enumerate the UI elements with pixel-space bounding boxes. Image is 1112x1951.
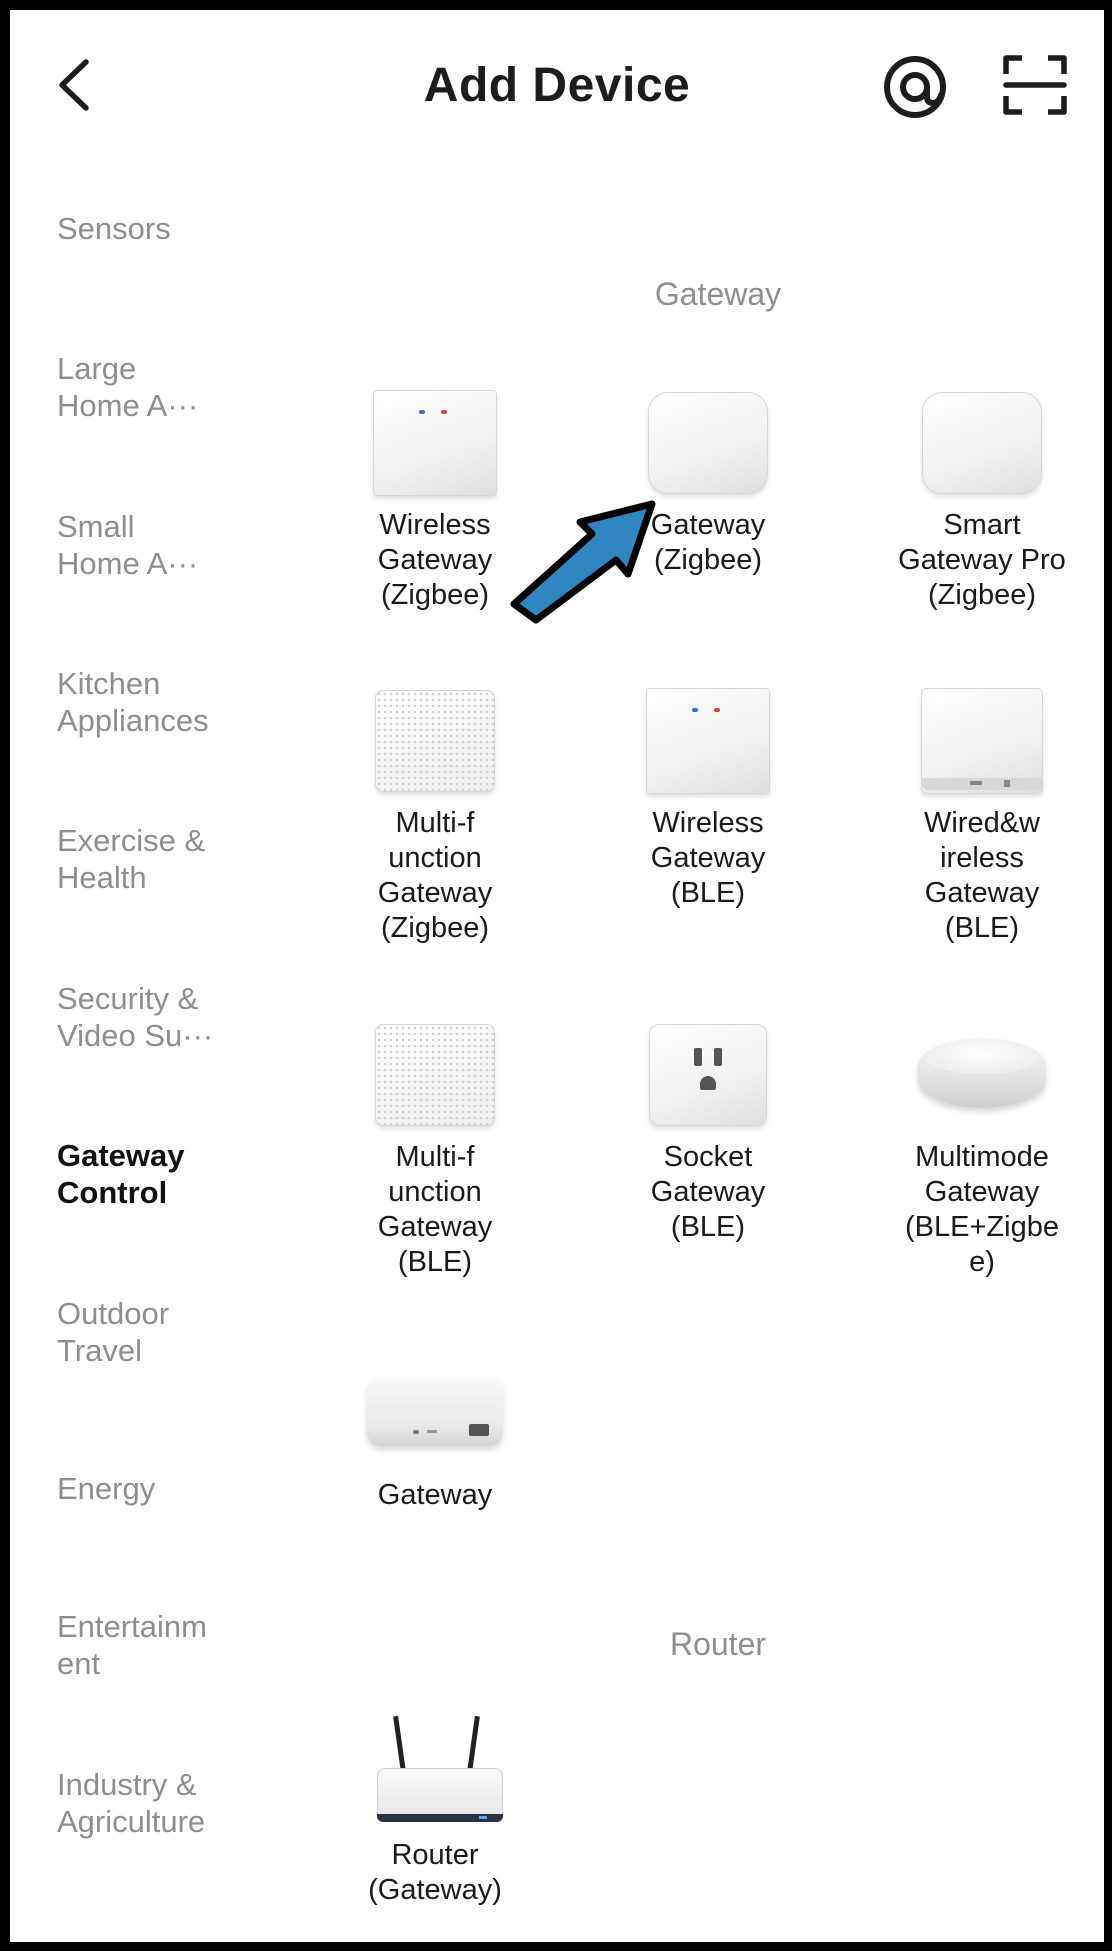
sidebar-item-outdoor-travel[interactable]: Outdoor Travel	[57, 1295, 267, 1369]
sidebar-item-sensors[interactable]: Sensors	[57, 210, 267, 247]
scan-icon	[1003, 55, 1067, 115]
device-label: Multimode Gateway (BLE+Zigbe e)	[905, 1141, 1059, 1278]
plug-socket-hub-icon	[578, 1012, 838, 1132]
device-label: Multi-f unction Gateway (Zigbee)	[377, 807, 493, 944]
speaker-grille-hub-icon	[305, 678, 565, 798]
at-sign-button[interactable]	[878, 50, 952, 124]
device-label: Smart Gateway Pro (Zigbee)	[898, 509, 1066, 611]
device-smart-gateway-pro-zigbee[interactable]: Smart Gateway Pro (Zigbee)	[852, 380, 1104, 613]
sidebar-item-small-home-appliances[interactable]: Small Home A···	[57, 508, 267, 582]
section-title-router: Router	[669, 1626, 767, 1662]
scan-button[interactable]	[1000, 52, 1070, 118]
device-label: Gateway	[377, 1479, 493, 1511]
router-icon	[305, 1710, 565, 1830]
sidebar-item-industry-agriculture[interactable]: Industry & Agriculture	[57, 1766, 267, 1840]
sidebar-item-energy[interactable]: Energy	[57, 1470, 267, 1507]
device-wireless-gateway-ble[interactable]: Wireless Gateway (BLE)	[578, 678, 838, 911]
device-router-gateway[interactable]: Router (Gateway)	[305, 1710, 565, 1908]
device-multifunction-gateway-zigbee[interactable]: Multi-f unction Gateway (Zigbee)	[305, 678, 565, 946]
sidebar-item-security-video[interactable]: Security & Video Su···	[57, 980, 267, 1054]
square-hub-icon	[305, 380, 565, 500]
sidebar-item-gateway-control[interactable]: Gateway Control	[57, 1137, 267, 1211]
device-gateway-zigbee[interactable]: Gateway (Zigbee)	[578, 380, 838, 578]
device-socket-gateway-ble[interactable]: Socket Gateway (BLE)	[578, 1012, 838, 1245]
rounded-hub-icon	[852, 380, 1104, 500]
sidebar-item-exercise-health[interactable]: Exercise & Health	[57, 822, 267, 896]
app-screen: Add Device Sensors Large Home A··· Small…	[10, 10, 1104, 1942]
device-label: Wireless Gateway (Zigbee)	[377, 509, 493, 611]
rounded-hub-icon	[578, 380, 838, 500]
square-hub-icon	[578, 678, 838, 798]
device-multifunction-gateway-ble[interactable]: Multi-f unction Gateway (BLE)	[305, 1012, 565, 1280]
speaker-grille-hub-icon	[305, 1012, 565, 1132]
device-label: Router (Gateway)	[368, 1839, 502, 1906]
header-bar: Add Device	[10, 10, 1104, 160]
sidebar-item-large-home-appliances[interactable]: Large Home A···	[57, 350, 267, 424]
section-title-gateway: Gateway	[654, 276, 782, 312]
flat-hub-with-ethernet-icon	[305, 1350, 565, 1470]
hub-with-ports-icon	[852, 678, 1104, 798]
sidebar-item-kitchen-appliances[interactable]: Kitchen Appliances	[57, 665, 267, 739]
at-sign-icon	[884, 56, 946, 118]
device-wireless-gateway-zigbee[interactable]: Wireless Gateway (Zigbee)	[305, 380, 565, 613]
device-gateway[interactable]: Gateway	[305, 1350, 565, 1513]
sidebar-item-entertainment[interactable]: Entertainm ent	[57, 1608, 267, 1682]
device-label: Socket Gateway (BLE)	[650, 1141, 766, 1243]
device-label: Multi-f unction Gateway (BLE)	[377, 1141, 493, 1278]
device-wired-wireless-gateway-ble[interactable]: Wired&w ireless Gateway (BLE)	[852, 678, 1104, 946]
round-puck-hub-icon	[852, 1012, 1104, 1132]
device-label: Wireless Gateway (BLE)	[650, 807, 766, 909]
device-label: Wired&w ireless Gateway (BLE)	[923, 807, 1040, 944]
device-label: Gateway (Zigbee)	[650, 509, 766, 576]
device-multimode-gateway[interactable]: Multimode Gateway (BLE+Zigbe e)	[852, 1012, 1104, 1280]
